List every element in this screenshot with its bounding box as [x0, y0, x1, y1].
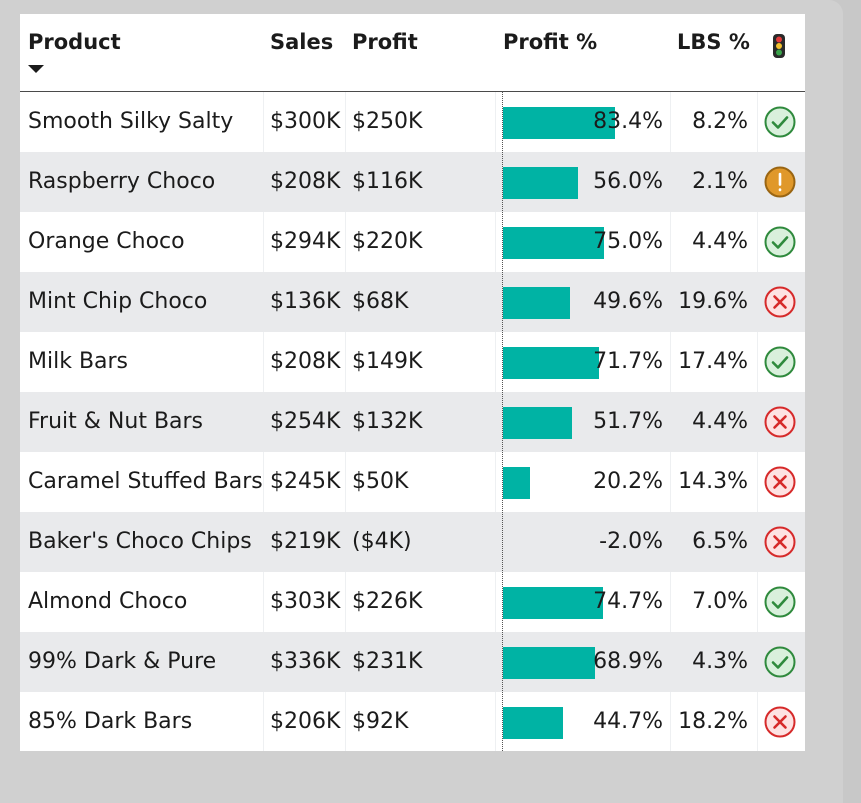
column-header-sales[interactable]: Sales — [270, 30, 333, 54]
profit-pct-bar — [503, 287, 570, 319]
profit-pct-cell: 83.4% — [593, 109, 663, 134]
table-row[interactable]: Baker's Choco Chips $219K ($4K) -2.0% 6.5% — [20, 512, 805, 572]
profit-pct-bar — [503, 167, 578, 199]
x-circle-icon — [764, 526, 796, 558]
product-cell: Caramel Stuffed Bars — [28, 469, 263, 494]
table-row[interactable]: 99% Dark & Pure $336K $231K 68.9% 4.3% — [20, 632, 805, 692]
sales-cell: $206K — [270, 709, 341, 734]
lbs-pct-cell: 4.4% — [692, 229, 748, 254]
sales-cell: $208K — [270, 169, 341, 194]
product-cell: Mint Chip Choco — [28, 289, 208, 314]
profit-pct-cell: 71.7% — [593, 349, 663, 374]
profit-pct-cell: 74.7% — [593, 589, 663, 614]
profit-pct-bar — [503, 347, 600, 379]
sales-cell: $136K — [270, 289, 341, 314]
table-row[interactable]: Smooth Silky Salty $300K $250K 83.4% 8.2% — [20, 92, 805, 152]
table-row[interactable]: Milk Bars $208K $149K 71.7% 17.4% — [20, 332, 805, 392]
profit-pct-cell: -2.0% — [599, 529, 663, 554]
sales-cell: $208K — [270, 349, 341, 374]
lbs-pct-cell: 7.0% — [692, 589, 748, 614]
lbs-pct-cell: 4.4% — [692, 409, 748, 434]
profit-pct-cell: 68.9% — [593, 649, 663, 674]
sort-descending-icon[interactable] — [28, 65, 44, 73]
profit-cell: $68K — [352, 289, 409, 314]
sales-cell: $300K — [270, 109, 341, 134]
sales-cell: $219K — [270, 529, 341, 554]
lbs-pct-cell: 6.5% — [692, 529, 748, 554]
product-cell: 99% Dark & Pure — [28, 649, 217, 674]
product-cell: Raspberry Choco — [28, 169, 216, 194]
profit-cell: $116K — [352, 169, 423, 194]
check-circle-icon — [764, 586, 796, 618]
table-header: Product Sales Profit Profit % LBS % — [20, 14, 805, 92]
table-row[interactable]: Mint Chip Choco $136K $68K 49.6% 19.6% — [20, 272, 805, 332]
product-cell: Smooth Silky Salty — [28, 109, 234, 134]
x-circle-icon — [764, 286, 796, 318]
lbs-pct-cell: 18.2% — [678, 709, 748, 734]
profit-cell: $250K — [352, 109, 423, 134]
sales-cell: $254K — [270, 409, 341, 434]
profit-pct-bar — [503, 587, 604, 619]
sales-cell: $303K — [270, 589, 341, 614]
profit-pct-cell: 49.6% — [593, 289, 663, 314]
lbs-pct-cell: 2.1% — [692, 169, 748, 194]
exclamation-circle-icon — [764, 166, 796, 198]
profit-cell: $231K — [352, 649, 423, 674]
table-row[interactable]: Caramel Stuffed Bars $245K $50K 20.2% 14.3% — [20, 452, 805, 512]
profit-pct-cell: 51.7% — [593, 409, 663, 434]
lbs-pct-cell: 4.3% — [692, 649, 748, 674]
column-header-lbs-pct[interactable]: LBS % — [677, 30, 750, 54]
column-header-profit-pct[interactable]: Profit % — [503, 30, 597, 54]
profit-pct-cell: 56.0% — [593, 169, 663, 194]
lbs-pct-cell: 19.6% — [678, 289, 748, 314]
profit-cell: ($4K) — [352, 529, 412, 554]
x-circle-icon — [764, 466, 796, 498]
x-circle-icon — [764, 706, 796, 738]
product-cell: Orange Choco — [28, 229, 185, 254]
check-circle-icon — [764, 106, 796, 138]
lbs-pct-cell: 8.2% — [692, 109, 748, 134]
check-circle-icon — [764, 226, 796, 258]
lbs-pct-cell: 14.3% — [678, 469, 748, 494]
column-header-product[interactable]: Product — [28, 30, 121, 54]
traffic-light-icon[interactable] — [772, 33, 786, 59]
profit-pct-bar — [503, 647, 596, 679]
profit-pct-bar — [503, 407, 573, 439]
profit-pct-bar — [503, 467, 531, 499]
profit-cell: $220K — [352, 229, 423, 254]
column-header-profit[interactable]: Profit — [352, 30, 418, 54]
table-row[interactable]: 85% Dark Bars $206K $92K 44.7% 18.2% — [20, 692, 805, 752]
profit-cell: $92K — [352, 709, 409, 734]
table-row[interactable]: Almond Choco $303K $226K 74.7% 7.0% — [20, 572, 805, 632]
product-cell: Baker's Choco Chips — [28, 529, 252, 554]
check-circle-icon — [764, 646, 796, 678]
product-cell: Almond Choco — [28, 589, 188, 614]
table-row[interactable]: Fruit & Nut Bars $254K $132K 51.7% 4.4% — [20, 392, 805, 452]
profit-cell: $50K — [352, 469, 409, 494]
profit-pct-bar — [503, 707, 563, 739]
product-cell: 85% Dark Bars — [28, 709, 193, 734]
product-cell: Milk Bars — [28, 349, 129, 374]
profit-cell: $132K — [352, 409, 423, 434]
profit-cell: $149K — [352, 349, 423, 374]
x-circle-icon — [764, 406, 796, 438]
product-cell: Fruit & Nut Bars — [28, 409, 204, 434]
sales-cell: $336K — [270, 649, 341, 674]
profit-pct-cell: 75.0% — [593, 229, 663, 254]
profit-pct-cell: 20.2% — [593, 469, 663, 494]
sales-cell: $294K — [270, 229, 341, 254]
sales-cell: $245K — [270, 469, 341, 494]
table-row[interactable]: Raspberry Choco $208K $116K 56.0% 2.1% — [20, 152, 805, 212]
lbs-pct-cell: 17.4% — [678, 349, 748, 374]
visual-container: Product Sales Profit Profit % LBS % Smoo… — [0, 0, 843, 803]
bar-axis-line — [502, 91, 503, 751]
profit-pct-cell: 44.7% — [593, 709, 663, 734]
table-row[interactable]: Orange Choco $294K $220K 75.0% 4.4% — [20, 212, 805, 272]
profit-pct-bar — [503, 227, 604, 259]
product-table: Product Sales Profit Profit % LBS % Smoo… — [20, 14, 805, 751]
check-circle-icon — [764, 346, 796, 378]
profit-cell: $226K — [352, 589, 423, 614]
